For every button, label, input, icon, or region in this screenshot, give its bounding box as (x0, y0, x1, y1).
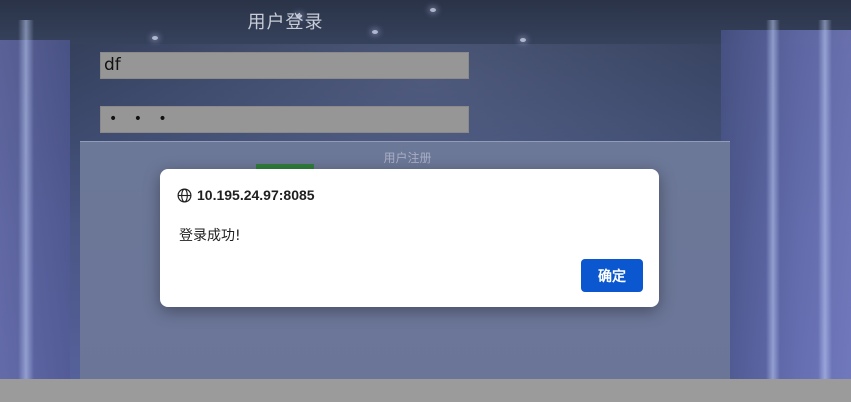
username-input[interactable]: df (100, 52, 469, 79)
globe-icon (177, 188, 192, 203)
password-input[interactable]: • • • (100, 106, 469, 133)
register-link[interactable]: 用户注册 (360, 149, 455, 166)
page-title: 用户登录 (247, 12, 324, 33)
background-pillar (18, 20, 34, 379)
ok-button[interactable]: 确定 (581, 259, 643, 292)
dialog-message: 登录成功! (179, 228, 241, 244)
background-wall-left (0, 40, 70, 379)
screen: 用户登录 df • • • 用户注册 10.195.24.97:8085 登录成… (0, 0, 851, 402)
background-pillar (818, 20, 832, 379)
dialog-origin: 10.195.24.97:8085 (197, 187, 315, 203)
background-pillar (766, 20, 780, 379)
alert-dialog: 10.195.24.97:8085 登录成功! 确定 (160, 169, 659, 307)
ceiling-light (152, 36, 158, 40)
ceiling-light (520, 38, 526, 42)
bottom-bar (0, 379, 851, 402)
dialog-header: 10.195.24.97:8085 (177, 186, 315, 204)
